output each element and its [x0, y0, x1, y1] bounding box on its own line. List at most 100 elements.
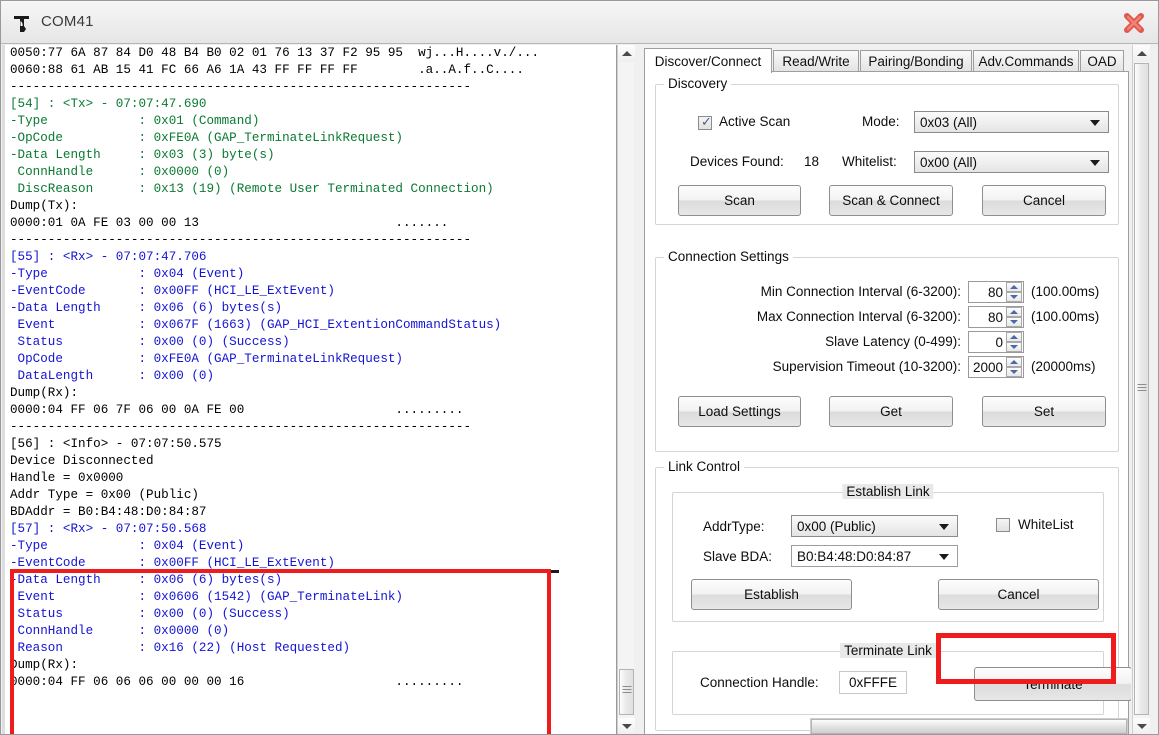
scroll-down-arrow-icon[interactable]: [618, 718, 635, 735]
tab-label: Adv.Commands: [978, 54, 1073, 69]
mode-label: Mode:: [862, 114, 900, 129]
mode-combobox[interactable]: 0x03 (All): [914, 111, 1109, 133]
ti-logo-icon: [11, 13, 33, 35]
tab-adv-commands[interactable]: Adv.Commands: [973, 50, 1079, 72]
tab-page-discover-connect: Discovery ✓ Active Scan Devices Found: 1…: [644, 71, 1129, 735]
slave-bda-combobox[interactable]: B0:B4:48:D0:84:87: [791, 545, 958, 567]
whitelist-label: Whitelist:: [842, 154, 897, 169]
stepper-up-icon[interactable]: [1006, 332, 1022, 342]
connection-settings-legend: Connection Settings: [664, 249, 793, 264]
log-line: Handle = 0x0000: [5, 470, 600, 487]
log-scrollbar-thumb[interactable]: [619, 669, 634, 715]
establish-link-legend: Establish Link: [842, 484, 933, 499]
log-line: 0060:88 61 AB 15 41 FC 66 A6 1A 43 FF FF…: [5, 62, 600, 79]
mode-value: 0x03 (All): [920, 115, 977, 130]
log-line: -EventCode : 0x00FF (HCI_LE_ExtEvent): [5, 555, 600, 572]
chevron-down-icon: [1090, 160, 1100, 166]
whitelist-combobox[interactable]: 0x00 (All): [914, 151, 1109, 173]
tab-discover-connect[interactable]: Discover/Connect: [644, 48, 772, 73]
slave-latency-value: 0: [995, 335, 1003, 350]
scan-and-connect-button[interactable]: Scan & Connect: [829, 185, 953, 216]
log-line: -Data Length : 0x03 (3) byte(s): [5, 147, 600, 164]
chevron-down-icon: [1090, 120, 1100, 126]
whitelist-value: 0x00 (All): [920, 155, 977, 170]
set-button[interactable]: Set: [982, 396, 1106, 427]
max-connection-interval-label: Max Connection Interval (6-3200):: [666, 309, 961, 324]
terminate-link-legend: Terminate Link: [840, 643, 936, 658]
scroll-down-arrow-icon[interactable]: [1133, 718, 1150, 735]
panel-vertical-scrollbar[interactable]: [1132, 45, 1149, 735]
supervision-timeout-suffix: (20000ms): [1031, 359, 1096, 374]
stepper-up-icon[interactable]: [1006, 357, 1022, 367]
supervision-timeout-label: Supervision Timeout (10-3200):: [666, 359, 961, 374]
slave-latency-stepper[interactable]: 0: [968, 331, 1024, 353]
connection-settings-group: Connection Settings Min Connection Inter…: [655, 257, 1119, 452]
min-connection-interval-stepper[interactable]: 80: [968, 281, 1024, 303]
discovery-cancel-button[interactable]: Cancel: [982, 185, 1106, 216]
log-line: Status : 0x00 (0) (Success): [5, 334, 600, 351]
get-button[interactable]: Get: [829, 396, 953, 427]
active-scan-checkbox[interactable]: ✓: [698, 116, 712, 130]
whitelist-checkbox[interactable]: [996, 518, 1010, 532]
log-line: Dump(Rx):: [5, 657, 600, 674]
log-line: ----------------------------------------…: [5, 419, 600, 436]
addrtype-combobox[interactable]: 0x00 (Public): [791, 515, 958, 537]
link-control-group: Link Control Establish Link AddrType: 0x…: [655, 467, 1119, 731]
discovery-legend: Discovery: [664, 76, 731, 91]
connection-handle-value: 0xFFFE: [849, 675, 897, 690]
scroll-up-arrow-icon[interactable]: [618, 45, 635, 62]
chevron-down-icon: [939, 524, 949, 530]
title-bar: COM41: [1, 1, 1158, 44]
log-line: -Type : 0x01 (Command): [5, 113, 600, 130]
log-line: ----------------------------------------…: [5, 232, 600, 249]
log-line: -OpCode : 0xFE0A (GAP_TerminateLinkReque…: [5, 130, 600, 147]
log-line: OpCode : 0xFE0A (GAP_TerminateLinkReques…: [5, 351, 600, 368]
set-button-label: Set: [1034, 404, 1054, 419]
load-settings-button[interactable]: Load Settings: [678, 396, 801, 427]
log-output-pane[interactable]: 0050:77 6A 87 84 D0 48 B4 B0 02 01 76 13…: [2, 45, 617, 735]
log-line: Addr Type = 0x00 (Public): [5, 487, 600, 504]
tab-oad[interactable]: OAD: [1080, 50, 1124, 72]
stepper-down-icon[interactable]: [1006, 292, 1022, 302]
whitelist-checkbox-label: WhiteList: [1018, 517, 1074, 532]
log-vertical-scrollbar[interactable]: [617, 45, 634, 735]
min-connection-interval-label: Min Connection Interval (6-3200):: [666, 284, 961, 299]
log-line: -Data Length : 0x06 (6) bytes(s): [5, 300, 600, 317]
supervision-timeout-stepper[interactable]: 2000: [968, 356, 1024, 378]
connection-handle-input[interactable]: 0xFFFE: [839, 671, 907, 694]
log-line: Event : 0x0606 (1542) (GAP_TerminateLink…: [5, 589, 600, 606]
terminate-link-group: Terminate Link Connection Handle: 0xFFFE…: [672, 651, 1104, 715]
stepper-up-icon[interactable]: [1006, 307, 1022, 317]
panel-horizontal-scrollbar-thumb[interactable]: [811, 719, 1127, 734]
tab-read-write[interactable]: Read/Write: [773, 50, 859, 72]
stepper-down-icon[interactable]: [1006, 342, 1022, 352]
terminate-button-label: Terminate: [1023, 677, 1082, 692]
terminate-button[interactable]: Terminate: [974, 667, 1131, 701]
max-connection-interval-suffix: (100.00ms): [1031, 309, 1099, 324]
panel-horizontal-scrollbar[interactable]: [810, 718, 1128, 735]
stepper-down-icon[interactable]: [1006, 367, 1022, 377]
stepper-up-icon[interactable]: [1006, 282, 1022, 292]
establish-button[interactable]: Establish: [691, 579, 852, 610]
ble-device-monitor-window: COM41 0050:77 6A 87 84 D0 48 B4 B0 02 01…: [0, 0, 1159, 735]
log-text-area[interactable]: 0050:77 6A 87 84 D0 48 B4 B0 02 01 76 13…: [2, 45, 600, 735]
log-line: ----------------------------------------…: [5, 79, 600, 96]
log-line: 0000:01 0A FE 03 00 00 13 .......: [5, 215, 600, 232]
discovery-group: Discovery ✓ Active Scan Devices Found: 1…: [655, 84, 1119, 225]
stepper-down-icon[interactable]: [1006, 317, 1022, 327]
max-connection-interval-stepper[interactable]: 80: [968, 306, 1024, 328]
supervision-timeout-value: 2000: [973, 360, 1003, 375]
scroll-up-arrow-icon[interactable]: [1133, 45, 1150, 62]
min-connection-interval-suffix: (100.00ms): [1031, 284, 1099, 299]
connection-handle-label: Connection Handle:: [700, 675, 819, 690]
chevron-down-icon: [939, 554, 949, 560]
close-icon[interactable]: [1118, 8, 1150, 38]
tab-label: OAD: [1087, 54, 1116, 69]
tab-strip: Discover/Connect Read/Write Pairing/Bond…: [644, 48, 1129, 72]
tab-pairing-bonding[interactable]: Pairing/Bonding: [860, 50, 972, 72]
min-connection-interval-value: 80: [988, 285, 1003, 300]
establish-cancel-button[interactable]: Cancel: [938, 579, 1099, 610]
panel-scrollbar-thumb[interactable]: [1134, 63, 1149, 715]
log-line: 0050:77 6A 87 84 D0 48 B4 B0 02 01 76 13…: [5, 45, 600, 62]
scan-button[interactable]: Scan: [678, 185, 801, 216]
